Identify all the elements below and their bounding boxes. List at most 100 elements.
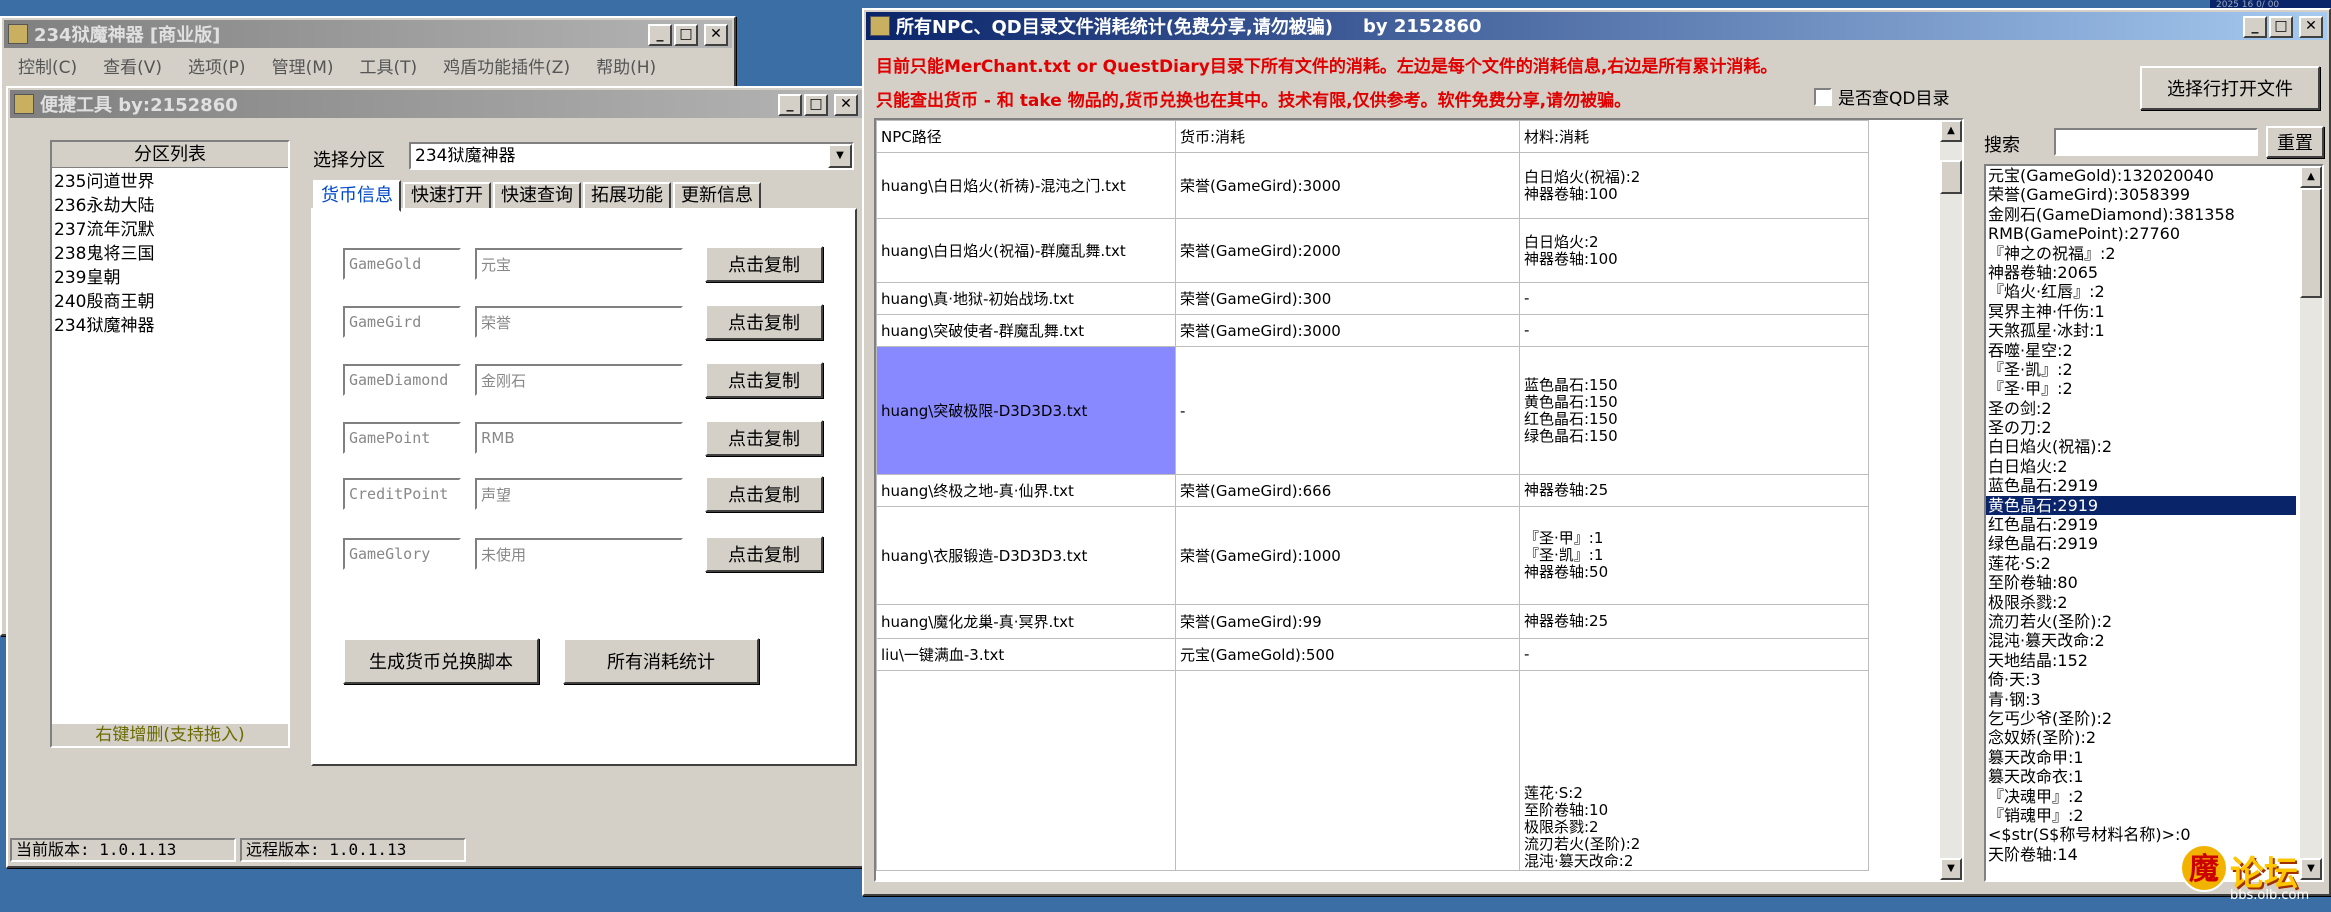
- currency-cost-cell[interactable]: 荣誉(GameGird):300: [1175, 282, 1520, 315]
- grid-column-header[interactable]: NPC路径: [876, 120, 1176, 153]
- totals-list-item[interactable]: 白日焰火:2: [1986, 457, 2296, 476]
- npc-path-cell[interactable]: [876, 670, 1176, 871]
- grid-row[interactable]: 莲花·S:2 至阶卷轴:10 极限杀戮:2 流刃若火(圣阶):2 混沌·篡天改命:2: [876, 670, 1869, 871]
- tab[interactable]: 快速查询: [493, 182, 581, 210]
- totals-list-item[interactable]: 篡天改命衣:1: [1986, 767, 2296, 786]
- minimize-button[interactable]: _: [2243, 16, 2267, 38]
- grid-row[interactable]: huang\白日焰火(祝福)-群魔乱舞.txt 荣誉(GameGird):2000…: [876, 218, 1869, 283]
- copy-button[interactable]: 点击复制: [705, 246, 823, 282]
- maximize-button[interactable]: □: [2269, 16, 2293, 38]
- totals-list-item[interactable]: 莲花·S:2: [1986, 554, 2296, 573]
- totals-list-item[interactable]: 乞丐少爷(圣阶):2: [1986, 709, 2296, 728]
- totals-list-item[interactable]: <$str(S$称号材料名称)>:0: [1986, 825, 2296, 844]
- currency-cost-cell[interactable]: 荣誉(GameGird):3000: [1175, 152, 1520, 219]
- npc-path-cell[interactable]: huang\突破极限-D3D3D3.txt: [876, 346, 1176, 475]
- currency-cost-cell[interactable]: 荣誉(GameGird):2000: [1175, 218, 1520, 283]
- close-button[interactable]: ✕: [704, 24, 728, 46]
- copy-button[interactable]: 点击复制: [705, 420, 823, 456]
- totals-scrollbar[interactable]: ▲ ▼: [2300, 166, 2322, 880]
- npc-path-cell[interactable]: huang\突破使者-群魔乱舞.txt: [876, 314, 1176, 347]
- totals-list-item[interactable]: 『决魂甲』:2: [1986, 787, 2296, 806]
- partition-list-item[interactable]: 237流年沉默: [52, 218, 288, 242]
- tool-window-titlebar[interactable]: 便捷工具 by:2152860 _ □ ✕: [10, 90, 862, 118]
- grid-scrollbar[interactable]: ▲ ▼: [1940, 120, 1962, 880]
- currency-cost-cell[interactable]: -: [1175, 346, 1520, 475]
- totals-list-item[interactable]: 神器卷轴:2065: [1986, 263, 2296, 282]
- material-cost-cell[interactable]: 『圣·甲』:1 『圣·凯』:1 神器卷轴:50: [1519, 506, 1869, 605]
- npc-path-cell[interactable]: liu\一键满血-3.txt: [876, 638, 1176, 671]
- copy-button[interactable]: 点击复制: [705, 362, 823, 398]
- menu-item[interactable]: 查看(V): [103, 53, 162, 78]
- tab[interactable]: 货币信息: [313, 180, 401, 212]
- copy-button[interactable]: 点击复制: [705, 476, 823, 512]
- totals-list-item[interactable]: 红色晶石:2919: [1986, 515, 2296, 534]
- tab[interactable]: 快速打开: [403, 182, 491, 210]
- totals-list-item[interactable]: 白日焰火(祝福):2: [1986, 437, 2296, 456]
- close-button[interactable]: ✕: [834, 94, 858, 116]
- totals-list-item[interactable]: 冥界主神·仟伤:1: [1986, 302, 2296, 321]
- partition-list-item[interactable]: 236永劫大陆: [52, 194, 288, 218]
- chevron-down-icon[interactable]: ▼: [828, 144, 852, 168]
- grid-row[interactable]: huang\衣服锻造-D3D3D3.txt 荣誉(GameGird):1000 『圣…: [876, 506, 1869, 605]
- totals-list-item[interactable]: 金刚石(GameDiamond):381358: [1986, 205, 2296, 224]
- partition-list-footer[interactable]: 右键增删(支持拖入): [52, 724, 288, 746]
- partition-select[interactable]: 234狱魔神器 ▼: [409, 142, 854, 170]
- grid-row[interactable]: huang\突破极限-D3D3D3.txt - 蓝色晶石:150 黄色晶石:150 红色…: [876, 346, 1869, 475]
- qd-checkbox[interactable]: 是否查QD目录: [1814, 84, 1949, 109]
- material-cost-cell[interactable]: 莲花·S:2 至阶卷轴:10 极限杀戮:2 流刃若火(圣阶):2 混沌·篡天改命:2: [1519, 670, 1869, 871]
- npc-path-cell[interactable]: huang\衣服锻造-D3D3D3.txt: [876, 506, 1176, 605]
- totals-list-item[interactable]: 天地结晶:152: [1986, 651, 2296, 670]
- totals-list-item[interactable]: 『圣·凯』:2: [1986, 360, 2296, 379]
- currency-cost-cell[interactable]: 荣誉(GameGird):666: [1175, 474, 1520, 507]
- menu-item[interactable]: 选项(P): [188, 53, 246, 78]
- npc-path-cell[interactable]: huang\魔化龙巢-真·冥界.txt: [876, 604, 1176, 639]
- copy-button[interactable]: 点击复制: [705, 304, 823, 340]
- npc-path-cell[interactable]: huang\终极之地-真·仙界.txt: [876, 474, 1176, 507]
- currency-cost-cell[interactable]: 荣誉(GameGird):99: [1175, 604, 1520, 639]
- material-cost-cell[interactable]: 神器卷轴:25: [1519, 474, 1869, 507]
- totals-list-item[interactable]: 天煞孤星·冰封:1: [1986, 321, 2296, 340]
- menu-item[interactable]: 控制(C): [18, 53, 77, 78]
- partition-list-item[interactable]: 235问道世界: [52, 170, 288, 194]
- stats-window-titlebar[interactable]: 所有NPC、QD目录文件消耗统计(免费分享,请勿被骗) by 2152860 _…: [866, 12, 2327, 40]
- scroll-up-arrow[interactable]: ▲: [2300, 166, 2322, 188]
- menu-item[interactable]: 帮助(H): [596, 53, 656, 78]
- material-cost-cell[interactable]: 白日焰火(祝福):2 神器卷轴:100: [1519, 152, 1869, 219]
- scroll-thumb[interactable]: [2300, 188, 2322, 298]
- partition-list-item[interactable]: 234狱魔神器: [52, 314, 288, 338]
- totals-list-item[interactable]: 篡天改命甲:1: [1986, 748, 2296, 767]
- totals-list-item[interactable]: 极限杀戮:2: [1986, 593, 2296, 612]
- maximize-button[interactable]: □: [674, 24, 698, 46]
- maximize-button[interactable]: □: [804, 94, 828, 116]
- totals-list-item[interactable]: 绿色晶石:2919: [1986, 534, 2296, 553]
- totals-list-item[interactable]: 『销魂甲』:2: [1986, 806, 2296, 825]
- grid-row[interactable]: huang\魔化龙巢-真·冥界.txt 荣誉(GameGird):99 神器卷轴:2…: [876, 604, 1869, 639]
- totals-list-item[interactable]: 混沌·篡天改命:2: [1986, 631, 2296, 650]
- grid-column-header[interactable]: 货币:消耗: [1175, 120, 1520, 153]
- minimize-button[interactable]: _: [778, 94, 802, 116]
- minimize-button[interactable]: _: [648, 24, 672, 46]
- totals-list-item[interactable]: 青·钢:3: [1986, 690, 2296, 709]
- tab[interactable]: 更新信息: [673, 182, 761, 210]
- npc-path-cell[interactable]: huang\真·地狱-初始战场.txt: [876, 282, 1176, 315]
- grid-row[interactable]: huang\白日焰火(祈祷)-混沌之门.txt 荣誉(GameGird):3000…: [876, 152, 1869, 219]
- scroll-thumb[interactable]: [1940, 160, 1962, 194]
- totals-list-item[interactable]: 吞噬·星空:2: [1986, 341, 2296, 360]
- material-cost-cell[interactable]: -: [1519, 314, 1869, 347]
- currency-cost-cell[interactable]: [1175, 670, 1520, 871]
- main-window-titlebar[interactable]: 234狱魔神器 [商业版] _ □ ✕: [4, 20, 732, 48]
- copy-button[interactable]: 点击复制: [705, 536, 823, 572]
- close-button[interactable]: ✕: [2299, 16, 2323, 38]
- totals-list-item[interactable]: 圣の剑:2: [1986, 399, 2296, 418]
- totals-list-item[interactable]: 元宝(GameGold):132020040: [1986, 166, 2296, 185]
- grid-column-header[interactable]: 材料:消耗: [1519, 120, 1869, 153]
- generate-script-button[interactable]: 生成货币兑换脚本: [343, 638, 539, 684]
- totals-list-item[interactable]: 至阶卷轴:80: [1986, 573, 2296, 592]
- totals-list-item[interactable]: 荣誉(GameGird):3058399: [1986, 185, 2296, 204]
- menu-item[interactable]: 管理(M): [272, 53, 334, 78]
- material-cost-cell[interactable]: -: [1519, 638, 1869, 671]
- totals-list-item[interactable]: 『焰火·红唇』:2: [1986, 282, 2296, 301]
- grid-row[interactable]: huang\突破使者-群魔乱舞.txt 荣誉(GameGird):3000-: [876, 314, 1869, 347]
- partition-list-item[interactable]: 238鬼将三国: [52, 242, 288, 266]
- all-stats-button[interactable]: 所有消耗统计: [563, 638, 759, 684]
